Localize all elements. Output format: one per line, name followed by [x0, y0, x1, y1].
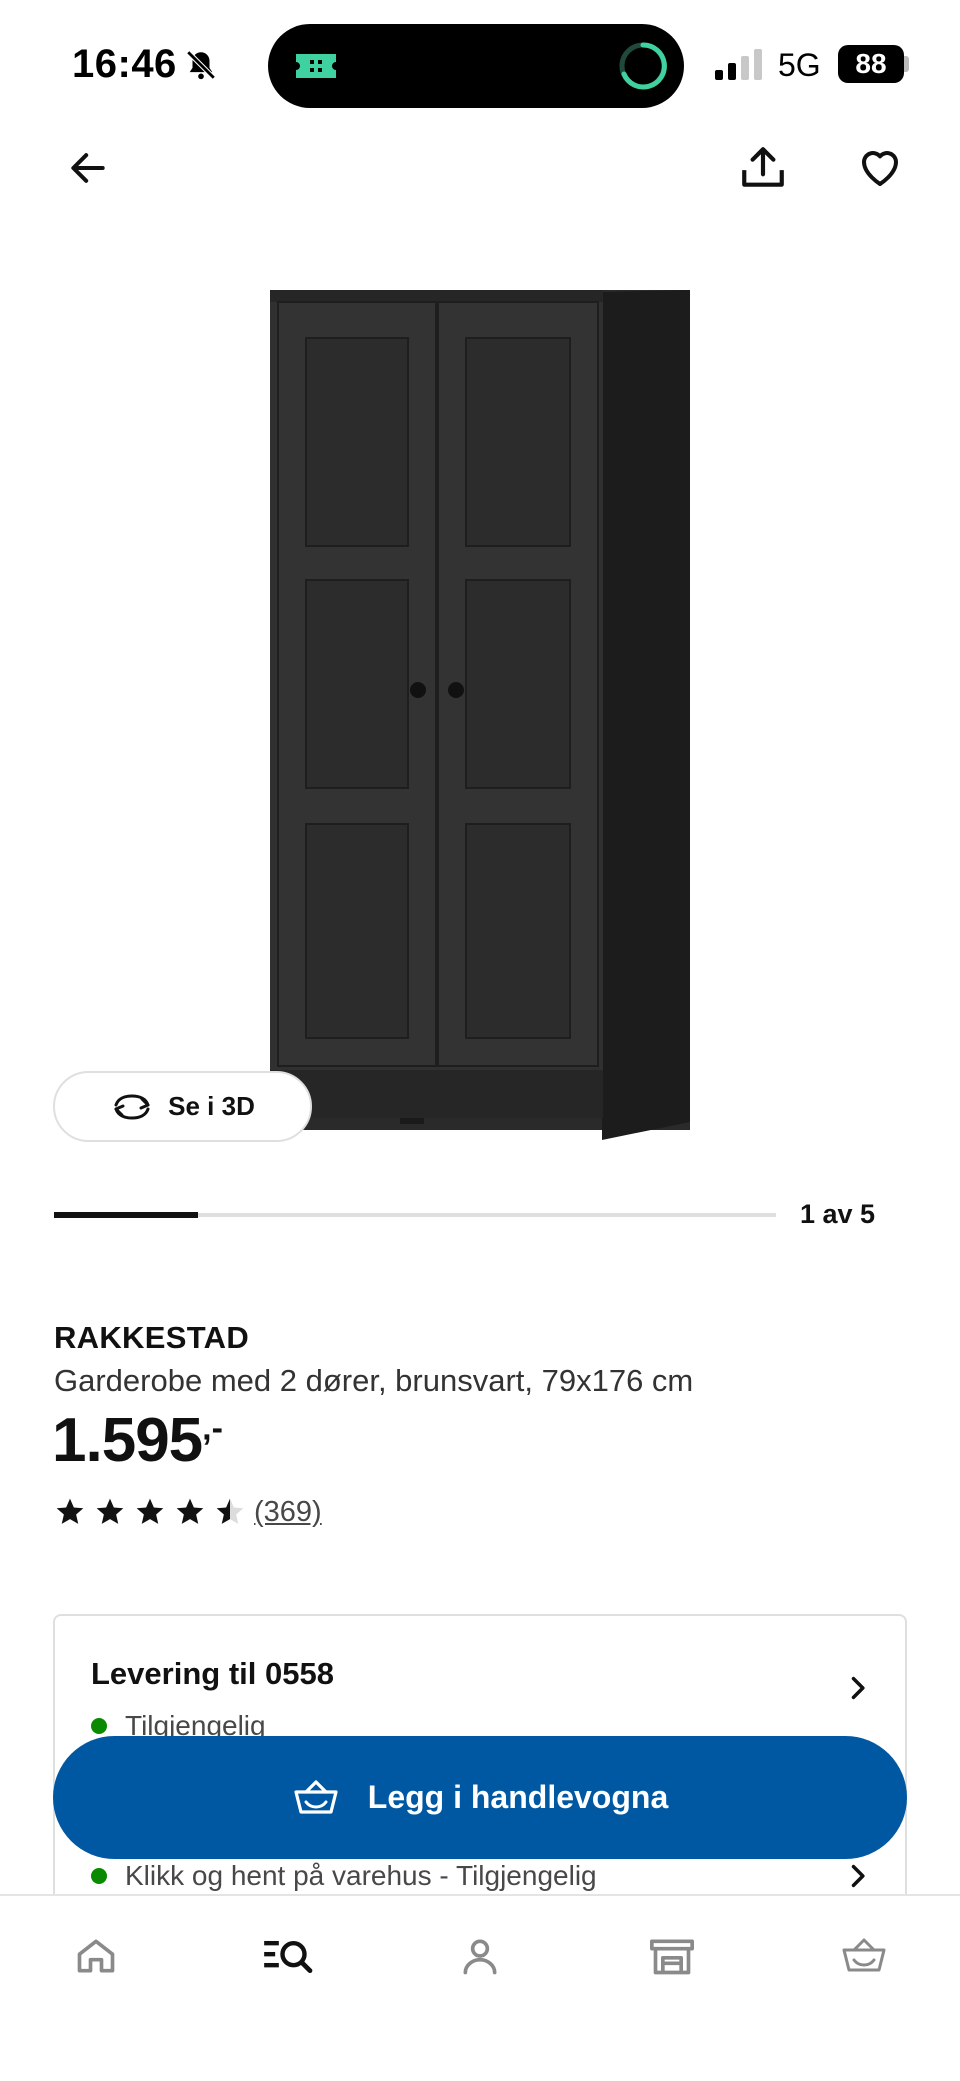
available-dot-icon — [91, 1718, 107, 1734]
signal-bars-icon — [715, 49, 762, 80]
product-price: 1.595,- — [52, 1405, 223, 1476]
price-value: 1.595 — [52, 1406, 203, 1475]
cart-icon — [842, 1938, 886, 1972]
share-icon — [742, 147, 784, 187]
activity-ring-icon — [619, 42, 667, 90]
gallery-progress[interactable] — [54, 1212, 776, 1218]
nav-profile[interactable] — [448, 1924, 512, 1988]
available-dot-icon — [91, 1868, 107, 1884]
bottom-nav — [0, 1894, 960, 2081]
back-arrow-icon — [71, 153, 105, 183]
star-icon — [176, 1498, 204, 1524]
nav-search[interactable] — [256, 1924, 320, 1988]
pickup-status-label: Klikk og hent på varehus - Tilgjengelig — [125, 1860, 597, 1891]
battery-icon: 88 — [838, 45, 904, 83]
basket-icon — [294, 1779, 338, 1814]
home-icon — [77, 1939, 115, 1973]
star-icon — [216, 1498, 244, 1524]
back-button[interactable] — [56, 136, 120, 200]
product-description: Garderobe med 2 dører, brunsvart, 79x176… — [54, 1363, 694, 1398]
pickup-status[interactable]: Klikk og hent på varehus - Tilgjengelig — [91, 1860, 597, 1892]
profile-icon — [463, 1939, 497, 1975]
nav-cart[interactable] — [832, 1924, 896, 1988]
review-count-link[interactable]: (369) — [254, 1496, 322, 1529]
star-icon — [56, 1498, 84, 1524]
product-name: RAKKESTAD — [54, 1320, 250, 1355]
star-icon — [96, 1498, 124, 1524]
bell-muted-icon — [186, 50, 216, 80]
status-bar: 16:46 5G 88 — [0, 0, 960, 130]
nav-store[interactable] — [640, 1924, 704, 1988]
battery-tip — [904, 56, 909, 72]
favorite-button[interactable] — [848, 136, 912, 200]
heart-icon — [862, 151, 898, 186]
product-image[interactable] — [250, 280, 710, 1150]
status-time: 16:46 — [72, 42, 177, 86]
gallery-progress-fill — [54, 1212, 199, 1218]
store-icon — [649, 1939, 694, 1975]
rating-stars[interactable] — [54, 1496, 246, 1528]
rotate-3d-icon — [114, 1093, 150, 1120]
view-3d-label: Se i 3D — [168, 1091, 255, 1121]
add-to-cart-label: Legg i handlevogna — [367, 1779, 669, 1815]
view-3d-button[interactable]: Se i 3D — [53, 1071, 312, 1142]
price-suffix: ,- — [202, 1409, 223, 1448]
search-icon — [264, 1940, 313, 1974]
add-to-cart-button[interactable]: Legg i handlevogna — [53, 1736, 907, 1859]
star-icon — [136, 1498, 164, 1524]
nav-home[interactable] — [64, 1924, 128, 1988]
share-button[interactable] — [731, 136, 795, 200]
chevron-right-icon — [851, 1864, 865, 1888]
gallery-counter: 1 av 5 — [800, 1199, 876, 1229]
ticket-icon — [296, 54, 336, 78]
chevron-right-icon — [851, 1676, 865, 1700]
delivery-title: Levering til 0558 — [91, 1656, 334, 1691]
network-type: 5G — [778, 47, 821, 83]
